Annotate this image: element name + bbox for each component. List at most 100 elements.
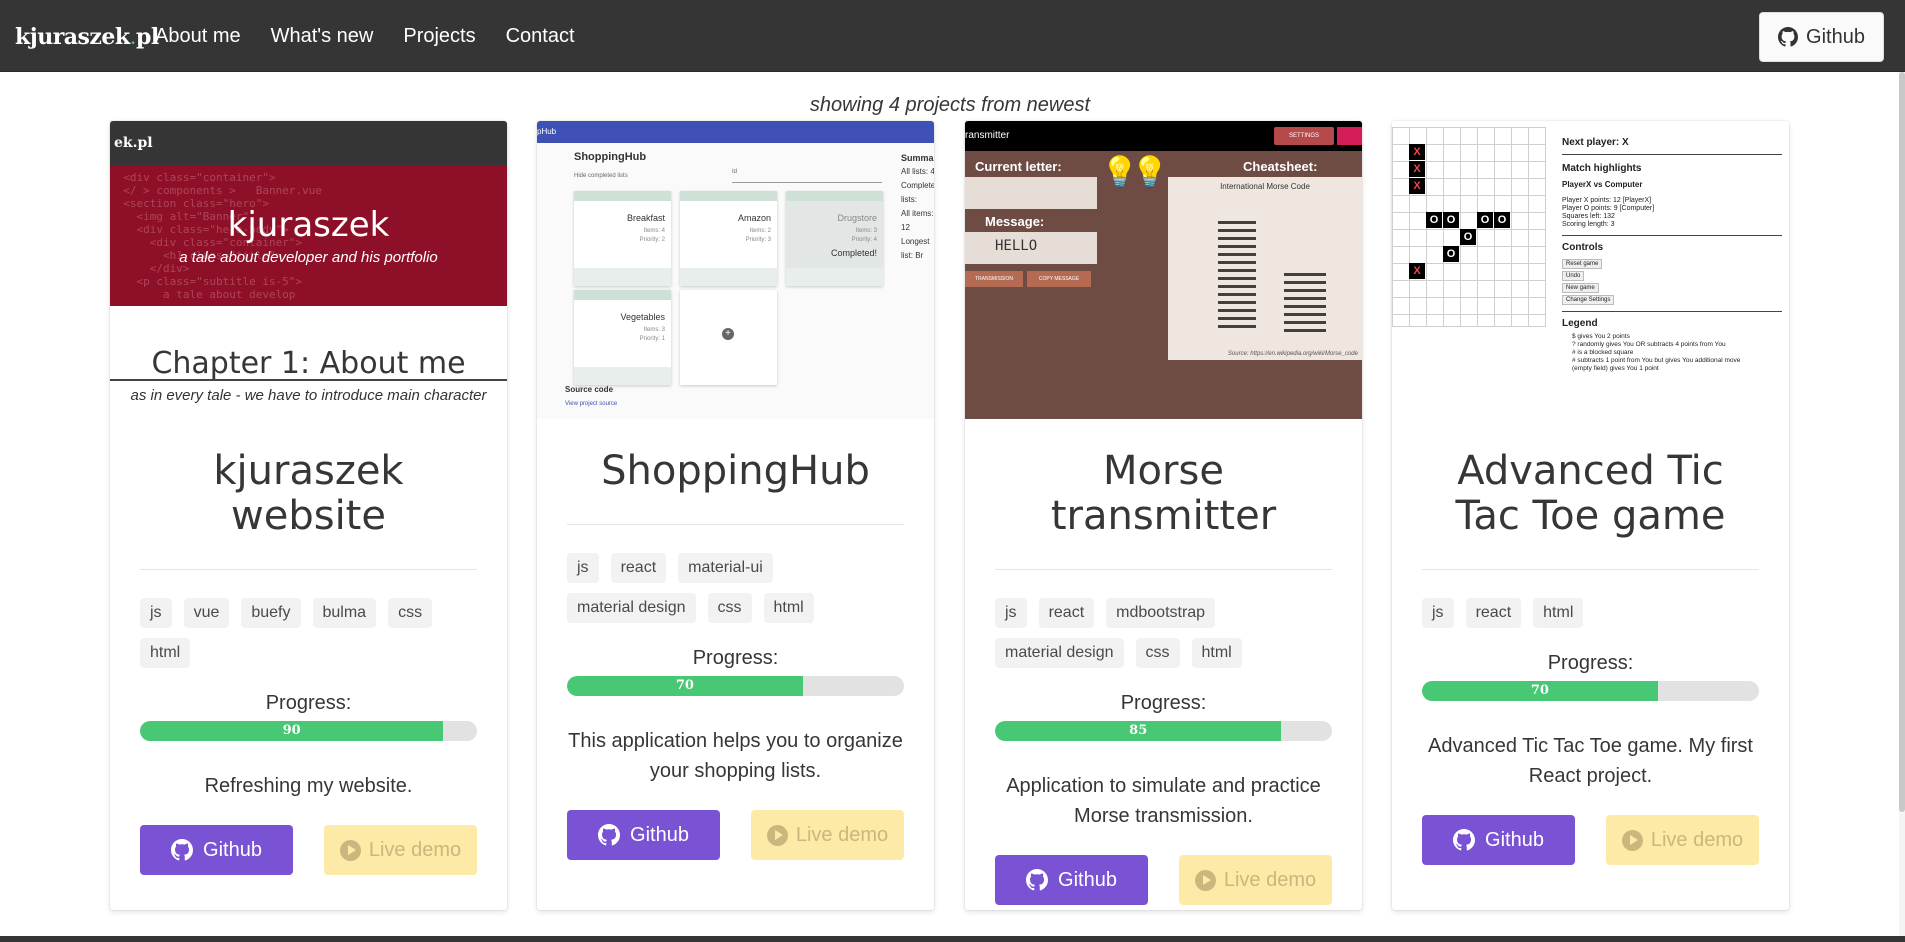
live-demo-button[interactable]: Live demo <box>751 810 904 860</box>
github-button[interactable]: Github <box>1422 815 1575 865</box>
divider <box>140 569 477 570</box>
tag: react <box>1038 598 1095 628</box>
progress-value: 90 <box>282 723 301 738</box>
live-demo-button[interactable]: Live demo <box>1179 855 1332 905</box>
screenshot-brand: ek.pl <box>114 135 153 151</box>
project-card: ek.pl <div class="container"> </ > compo… <box>110 121 507 910</box>
screenshot-sort: Id <box>732 169 882 183</box>
github-icon <box>598 824 621 846</box>
project-card: X X X O O O O O O X Next player: X Match… <box>1392 121 1789 910</box>
project-description: Application to simulate and practice Mor… <box>1006 775 1321 827</box>
screenshot-add-list: + <box>680 290 777 385</box>
screenshot-game-board: X X X O O O O O O X <box>1392 127 1546 327</box>
progress-bar: 70 <box>567 676 904 696</box>
progress-value: 85 <box>1129 723 1148 738</box>
project-title: Advanced Tic Tac Toe game <box>1455 448 1726 539</box>
screenshot-appbar: pHub <box>537 121 934 143</box>
progress-bar: 85 <box>995 721 1332 741</box>
tag: material design <box>567 593 696 623</box>
progress-bar: 90 <box>140 721 477 741</box>
tag: buefy <box>241 598 301 628</box>
tag: react <box>1465 598 1522 628</box>
screenshot-morse-table: International Morse Code Source: https:/… <box>1168 177 1362 360</box>
scrollbar-thumb[interactable] <box>1899 72 1905 812</box>
play-icon <box>1194 869 1216 891</box>
divider <box>1422 569 1759 570</box>
brand-dot: . <box>130 32 136 48</box>
tag: vue <box>183 598 230 628</box>
projects-subtitle: showing 4 projects from newest <box>809 94 1091 116</box>
tag-list: js react mdbootstrap material design css… <box>995 598 1332 668</box>
tag: material design <box>995 638 1124 668</box>
screenshot-tagline: a tale about developer and his portfolio <box>179 249 438 266</box>
tag: js <box>140 598 172 628</box>
tag: js <box>567 553 599 583</box>
tag: material-ui <box>678 553 773 583</box>
screenshot-chapter-sub: as in every tale - we have to introduce … <box>130 387 487 404</box>
screenshot-cheatsheet: Cheatsheet: <box>1243 159 1318 174</box>
tag: css <box>707 593 752 623</box>
screenshot-source-link: View project source <box>565 401 618 407</box>
screenshot-banner: <div class="container"> </ > components … <box>110 165 507 306</box>
tag: html <box>1191 638 1242 668</box>
project-screenshot: ransmitter SETTINGS Current letter: 💡 💡 … <box>965 121 1362 419</box>
project-screenshot: ek.pl <div class="container"> </ > compo… <box>110 121 507 419</box>
nav-whats-new[interactable]: What's new <box>271 25 374 48</box>
nav-github-button[interactable]: Github <box>1759 12 1884 62</box>
nav-contact[interactable]: Contact <box>506 25 575 48</box>
github-button[interactable]: Github <box>567 810 720 860</box>
live-demo-label: Live demo <box>1223 868 1317 891</box>
project-title: ShoppingHub <box>601 448 870 494</box>
screenshot-list-card: Breakfast Items: 4 Priority: 2 <box>574 191 671 286</box>
screenshot-settings: SETTINGS <box>1274 127 1334 145</box>
screenshot-current-letter: Current letter: <box>975 159 1062 174</box>
play-icon <box>339 839 361 861</box>
nav-links: About me What's new Projects Contact <box>155 0 575 72</box>
live-demo-label: Live demo <box>795 823 889 846</box>
screenshot-message: HELLO <box>995 238 1038 254</box>
nav-about[interactable]: About me <box>155 25 241 48</box>
live-demo-label: Live demo <box>1650 828 1744 851</box>
github-button[interactable]: Github <box>140 825 293 875</box>
navbar: kjuraszek.pl About me What's new Project… <box>0 0 1905 72</box>
play-icon <box>766 824 788 846</box>
brand-logo[interactable]: kjuraszek.pl <box>15 24 159 50</box>
tag-list: js react html <box>1422 598 1759 628</box>
screenshot-source-title: Source code <box>565 385 614 394</box>
project-description: This application helps you to organize y… <box>568 730 903 782</box>
screenshot-message-label: Message: <box>985 214 1045 229</box>
screenshot-title: ShoppingHub <box>574 151 647 163</box>
page-bottom-border <box>0 936 1905 942</box>
screenshot-list-card: Amazon Items: 2 Priority: 3 <box>680 191 777 286</box>
screenshot-game-panel: Next player: X Match highlights PlayerX … <box>1562 137 1782 373</box>
github-button-label: Github <box>630 823 689 846</box>
live-demo-button[interactable]: Live demo <box>324 825 477 875</box>
project-screenshot: pHub ShoppingHub Hide completed lists Id… <box>537 121 934 419</box>
tag-list: js react material-ui material design css… <box>567 553 904 623</box>
tag: css <box>388 598 433 628</box>
screenshot-list-card: Drugstore Items: 3 Priority: 4 Completed! <box>786 191 883 286</box>
tag: js <box>995 598 1027 628</box>
tag: css <box>1135 638 1180 668</box>
progress-value: 70 <box>1530 683 1549 698</box>
github-icon <box>1026 869 1049 891</box>
project-title: Morse transmitter <box>1050 448 1277 539</box>
live-demo-label: Live demo <box>368 838 462 861</box>
nav-projects[interactable]: Projects <box>403 25 475 48</box>
github-button-label: Github <box>1058 868 1117 891</box>
project-title: kjuraszek website <box>213 448 404 539</box>
tag: react <box>610 553 667 583</box>
brand-name: kjuraszek <box>15 24 130 50</box>
live-demo-button[interactable]: Live demo <box>1606 815 1759 865</box>
project-card: ransmitter SETTINGS Current letter: 💡 💡 … <box>965 121 1362 910</box>
project-card: pHub ShoppingHub Hide completed lists Id… <box>537 121 934 910</box>
tag: bulma <box>312 598 377 628</box>
tag: js <box>1422 598 1454 628</box>
divider <box>567 524 904 525</box>
progress-value: 70 <box>675 678 694 693</box>
tag: html <box>763 593 814 623</box>
screenshot-toggle: Hide completed lists <box>574 173 628 179</box>
github-button[interactable]: Github <box>995 855 1148 905</box>
github-icon <box>1453 829 1476 851</box>
project-description: Refreshing my website. <box>204 775 413 797</box>
